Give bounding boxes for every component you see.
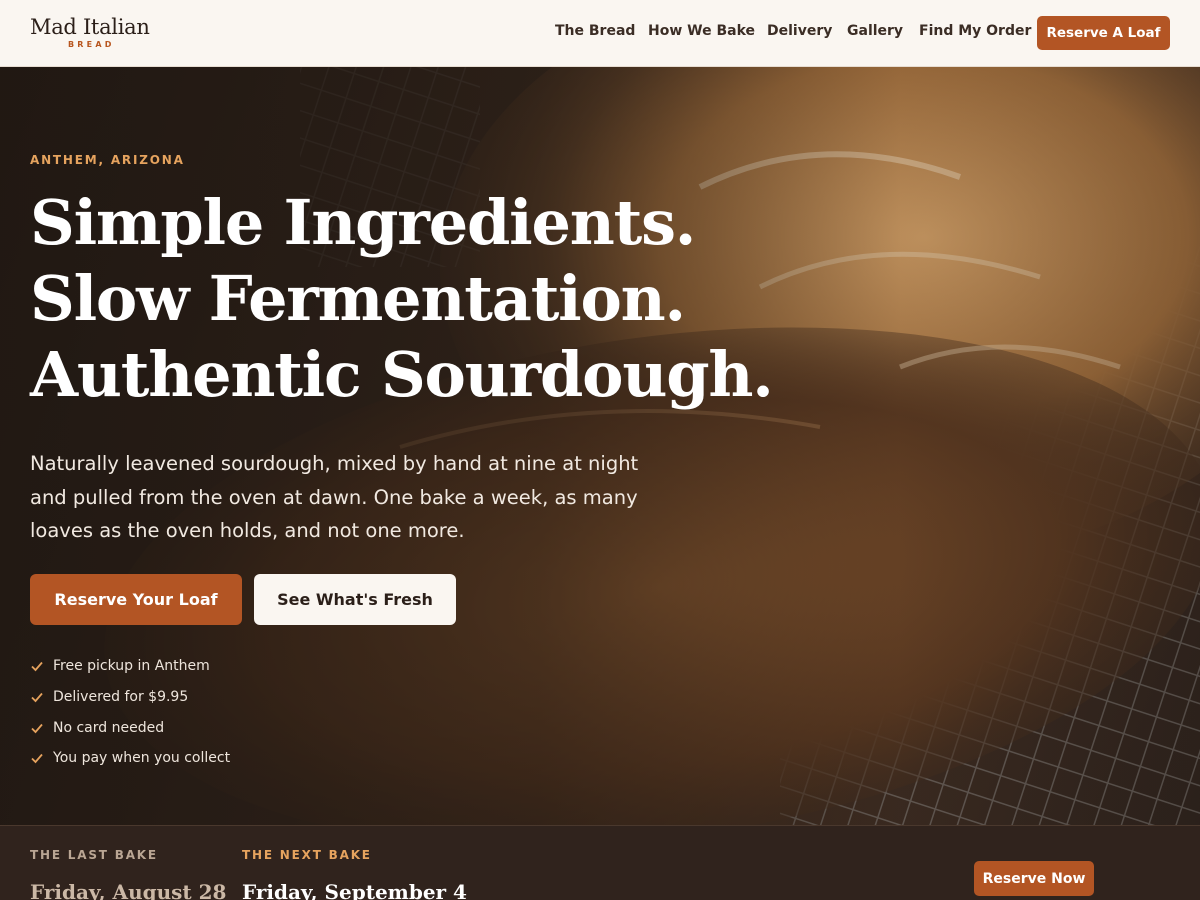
reserve-a-loaf-button[interactable]: Reserve A Loaf: [1037, 16, 1170, 50]
list-item: No card needed: [30, 712, 230, 743]
hero-description: Naturally leavened sourdough, mixed by h…: [30, 452, 639, 542]
hero-headline: Simple Ingredients. Slow Fermentation. A…: [30, 185, 790, 413]
benefit-text: No card needed: [53, 719, 165, 736]
nav-link-the-bread[interactable]: The Bread: [555, 23, 635, 39]
list-item: Delivered for $9.95: [30, 682, 230, 713]
see-whats-fresh-button[interactable]: See What's Fresh: [254, 574, 456, 625]
next-bake-label: THE NEXT BAKE: [242, 848, 372, 862]
headline-line-2: Slow Fermentation.: [30, 262, 686, 335]
location-eyebrow: ANTHEM, ARIZONA: [30, 153, 185, 167]
bake-schedule-bar: THE LAST BAKE Friday, August 28 THE NEXT…: [0, 825, 1200, 900]
brand-name: Mad Italian: [30, 15, 150, 39]
brand-logo[interactable]: Mad Italian BREAD: [30, 14, 160, 49]
check-icon: [31, 662, 43, 672]
list-item: Free pickup in Anthem: [30, 651, 230, 682]
reserve-your-loaf-button[interactable]: Reserve Your Loaf: [30, 574, 242, 625]
nav-link-delivery[interactable]: Delivery: [767, 23, 832, 39]
reserve-now-button[interactable]: Reserve Now: [974, 861, 1094, 896]
benefits-list: Free pickup in Anthem Delivered for $9.9…: [30, 651, 230, 774]
benefit-text: You pay when you collect: [53, 750, 231, 767]
nav-link-find-my-order[interactable]: Find My Order: [919, 23, 1031, 39]
nav-link-gallery[interactable]: Gallery: [847, 23, 903, 39]
hero-section: ANTHEM, ARIZONA Simple Ingredients. Slow…: [0, 67, 1200, 825]
last-bake-label: THE LAST BAKE: [30, 848, 158, 862]
check-icon: [31, 723, 43, 734]
check-icon: [31, 692, 43, 703]
site-header: Mad Italian BREAD The Bread How We Bake …: [0, 0, 1200, 67]
benefit-text: Free pickup in Anthem: [53, 658, 210, 675]
nav-link-how-we-bake[interactable]: How We Bake: [648, 23, 755, 39]
list-item: You pay when you collect: [30, 743, 230, 774]
brand-subtitle: BREAD: [68, 40, 115, 49]
next-bake-date: Friday, September 4: [242, 880, 467, 900]
headline-line-1: Simple Ingredients.: [30, 186, 696, 259]
last-bake-date: Friday, August 28: [30, 880, 227, 900]
benefit-text: Delivered for $9.95: [53, 689, 189, 706]
check-icon: [31, 754, 43, 764]
headline-line-3: Authentic Sourdough.: [30, 338, 774, 411]
